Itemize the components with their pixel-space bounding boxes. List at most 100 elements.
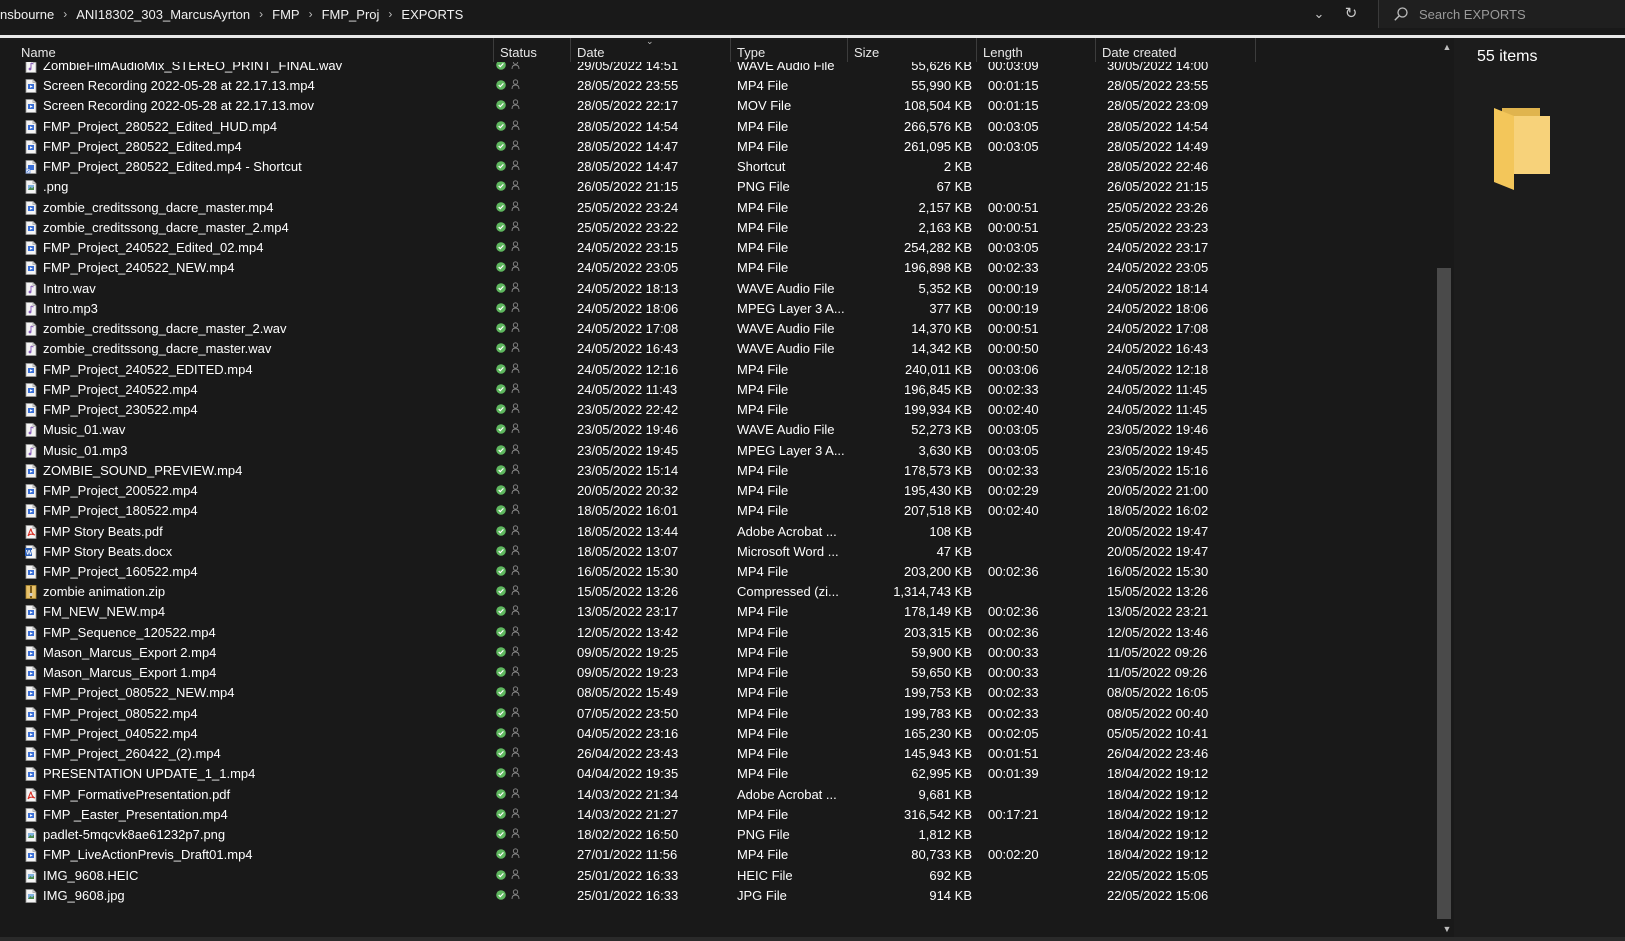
breadcrumb-item[interactable]: ANI18302_303_MarcusAyrton bbox=[76, 7, 250, 22]
breadcrumb-item[interactable]: nsbourne bbox=[0, 7, 54, 22]
file-row[interactable]: PRESENTATION UPDATE_1_1.mp4 04/04/2022 19… bbox=[0, 763, 1440, 784]
file-name: zombie_creditssong_dacre_master_2.wav bbox=[43, 321, 287, 337]
file-row[interactable]: zombie_creditssong_dacre_master.mp4 25/05… bbox=[0, 197, 1440, 218]
file-row[interactable]: FMP_Project_080522.mp4 07/05/2022 23:50 MP… bbox=[0, 703, 1440, 724]
file-date-created: 16/05/2022 15:30 bbox=[1107, 564, 1209, 579]
breadcrumb-separator-icon[interactable]: › bbox=[388, 7, 392, 21]
file-row[interactable]: FMP Story Beats.pdf 18/05/2022 13:44 Adobe… bbox=[0, 521, 1440, 542]
file-row[interactable]: ZOMBIE_SOUND_PREVIEW.mp4 23/05/2022 15:14… bbox=[0, 460, 1440, 481]
search-input[interactable] bbox=[1419, 6, 1619, 22]
file-date-created: 18/04/2022 19:12 bbox=[1107, 786, 1209, 802]
file-type: WAVE Audio File bbox=[737, 422, 835, 438]
mp4-file-icon bbox=[25, 140, 37, 154]
column-header-type[interactable]: Type bbox=[731, 38, 848, 62]
file-row[interactable]: FMP_Project_200522.mp4 20/05/2022 20:32 MP… bbox=[0, 480, 1440, 501]
file-name: FMP_Project_180522.mp4 bbox=[43, 503, 198, 519]
chevron-down-icon[interactable]: ⌄ bbox=[1308, 4, 1330, 24]
file-row[interactable]: Music_01.wav 23/05/2022 19:46 WAVE Audio F… bbox=[0, 419, 1440, 440]
file-row[interactable]: FMP_Project_240522_NEW.mp4 24/05/2022 23:… bbox=[0, 257, 1440, 278]
file-row[interactable]: Mason_Marcus_Export 2.mp4 09/05/2022 19:2… bbox=[0, 642, 1440, 663]
file-name: FMP_Project_230522.mp4 bbox=[43, 402, 198, 418]
file-row[interactable]: Mason_Marcus_Export 1.mp4 09/05/2022 19:2… bbox=[0, 662, 1440, 683]
file-row[interactable]: FMP_Project_280522_Edited.mp4 28/05/2022 … bbox=[0, 136, 1440, 157]
file-row[interactable]: FMP_Project_240522_Edited_02.mp4 24/05/20… bbox=[0, 237, 1440, 258]
file-row[interactable]: zombie_creditssong_dacre_master_2.mp4 25/… bbox=[0, 217, 1440, 238]
file-name: ZOMBIE_SOUND_PREVIEW.mp4 bbox=[43, 462, 243, 478]
breadcrumb-item[interactable]: EXPORTS bbox=[401, 7, 463, 22]
file-row[interactable]: FMP_Project_280522_Edited_HUD.mp4 28/05/2… bbox=[0, 116, 1440, 137]
mp4-file-icon bbox=[25, 261, 37, 276]
file-row[interactable]: zombie_creditssong_dacre_master_2.wav 24/… bbox=[0, 318, 1440, 339]
file-type: PNG File bbox=[737, 827, 790, 843]
column-header-length[interactable]: Length bbox=[977, 38, 1096, 62]
sync-available-icon bbox=[496, 748, 506, 758]
file-row[interactable]: zombie_creditssong_dacre_master.wav 24/05… bbox=[0, 338, 1440, 359]
file-row[interactable]: FMP_Project_240522.mp4 24/05/2022 11:43 MP… bbox=[0, 379, 1440, 400]
file-length: 00:03:09 bbox=[988, 62, 1039, 73]
file-size: 55,626 KB bbox=[911, 62, 972, 73]
mp4-file-icon bbox=[25, 706, 37, 721]
sync-available-icon bbox=[496, 161, 506, 171]
refresh-icon[interactable]: ↻ bbox=[1340, 4, 1362, 24]
file-row[interactable]: Screen Recording 2022-05-28 at 22.17.13.… bbox=[0, 75, 1440, 96]
file-date-created: 20/05/2022 21:00 bbox=[1107, 483, 1209, 499]
file-row[interactable]: FMP_Project_160522.mp4 16/05/2022 15:30 MP… bbox=[0, 561, 1440, 582]
file-row[interactable]: W FMP Story Beats.docx 18/05/2022 13:07 Mic… bbox=[0, 541, 1440, 562]
file-length: 00:02:05 bbox=[988, 725, 1039, 741]
shared-person-icon bbox=[511, 727, 520, 737]
file-date-created: 11/05/2022 09:26 bbox=[1107, 665, 1208, 681]
file-row[interactable]: Intro.wav 24/05/2022 18:13 WAVE Audio File… bbox=[0, 278, 1440, 299]
file-row[interactable]: Intro.mp3 24/05/2022 18:06 MPEG Layer 3 A.… bbox=[0, 298, 1440, 319]
scrollbar-thumb[interactable] bbox=[1437, 268, 1451, 919]
breadcrumb-item[interactable]: FMP_Proj bbox=[322, 7, 380, 22]
file-row[interactable]: FMP_Project_080522_NEW.mp4 08/05/2022 15:… bbox=[0, 682, 1440, 703]
shared-person-icon bbox=[511, 848, 520, 859]
shared-person-icon bbox=[511, 322, 520, 333]
file-row[interactable]: .png 26/05/2022 21:15 PNG File 67 KB 26/05/2… bbox=[0, 176, 1440, 197]
file-row[interactable]: FM_NEW_NEW.mp4 13/05/2022 23:17 MP4 File 17… bbox=[0, 601, 1440, 622]
file-length: 00:03:05 bbox=[988, 442, 1039, 458]
file-row[interactable]: FMP _Easter_Presentation.mp4 14/03/2022 2… bbox=[0, 804, 1440, 825]
file-row[interactable]: Screen Recording 2022-05-28 at 22.17.13.… bbox=[0, 95, 1440, 116]
file-row[interactable]: IMG_9608.HEIC 25/01/2022 16:33 HEIC File 69… bbox=[0, 865, 1440, 886]
file-size: 108 KB bbox=[929, 523, 972, 539]
scroll-up-icon[interactable]: ▲ bbox=[1440, 40, 1454, 54]
file-date: 24/05/2022 11:43 bbox=[577, 381, 678, 397]
scroll-down-icon[interactable]: ▼ bbox=[1440, 922, 1454, 936]
breadcrumb-separator-icon[interactable]: › bbox=[309, 7, 313, 21]
file-row[interactable]: FMP_Project_280522_Edited.mp4 - Shortcut… bbox=[0, 156, 1440, 177]
column-header-size[interactable]: Size bbox=[848, 38, 977, 62]
column-header-name[interactable]: Name bbox=[0, 38, 494, 62]
file-row[interactable]: FMP_Sequence_120522.mp4 12/05/2022 13:42 M… bbox=[0, 622, 1440, 643]
file-type: MP4 File bbox=[737, 138, 789, 154]
column-header-status[interactable]: Status bbox=[494, 38, 571, 62]
file-row[interactable]: FMP_Project_260422_(2).mp4 26/04/2022 23:… bbox=[0, 743, 1440, 764]
breadcrumb-item[interactable]: FMP bbox=[272, 7, 299, 22]
file-row[interactable]: FMP_FormativePresentation.pdf 14/03/2022 … bbox=[0, 784, 1440, 805]
file-date-created: 26/04/2022 23:46 bbox=[1107, 746, 1209, 762]
breadcrumb-separator-icon[interactable]: › bbox=[259, 7, 263, 21]
file-date-created: 28/05/2022 23:09 bbox=[1107, 98, 1209, 114]
file-row[interactable]: FMP_Project_230522.mp4 23/05/2022 22:42 MP… bbox=[0, 399, 1440, 420]
file-row[interactable]: IMG_9608.jpg 25/01/2022 16:33 JPG File 914 … bbox=[0, 885, 1440, 906]
sync-available-icon bbox=[496, 667, 506, 677]
file-row[interactable]: FMP_LiveActionPrevis_Draft01.mp4 27/01/20… bbox=[0, 844, 1440, 865]
file-row[interactable]: zombie animation.zip 15/05/2022 13:26 Comp… bbox=[0, 581, 1440, 602]
file-list[interactable]: ZombieFilmAudioMix_STEREO_PRINT_FINAL.wa… bbox=[0, 62, 1440, 941]
file-name: zombie_creditssong_dacre_master.mp4 bbox=[43, 199, 274, 215]
search-box[interactable] bbox=[1378, 0, 1625, 28]
file-row[interactable]: Music_01.mp3 23/05/2022 19:45 MPEG Layer 3… bbox=[0, 440, 1440, 461]
search-icon bbox=[1394, 7, 1408, 21]
column-header-date-created[interactable]: Date created bbox=[1096, 38, 1256, 62]
breadcrumb-separator-icon[interactable]: › bbox=[63, 7, 67, 21]
sync-available-icon bbox=[496, 444, 506, 455]
file-row[interactable]: FMP_Project_240522_EDITED.mp4 24/05/2022 … bbox=[0, 359, 1440, 380]
file-row[interactable]: padlet-5mqcvk8ae61232p7.png 18/02/2022 16… bbox=[0, 824, 1440, 845]
file-type: MP4 File bbox=[737, 766, 789, 782]
image-file-icon bbox=[25, 888, 37, 903]
file-row[interactable]: FMP_Project_180522.mp4 18/05/2022 16:01 MP… bbox=[0, 500, 1440, 521]
file-length: 00:02:29 bbox=[988, 483, 1039, 499]
file-row[interactable]: ZombieFilmAudioMix_STEREO_PRINT_FINAL.wa… bbox=[0, 62, 1440, 76]
file-type: WAVE Audio File bbox=[737, 321, 835, 337]
file-row[interactable]: FMP_Project_040522.mp4 04/05/2022 23:16 MP… bbox=[0, 723, 1440, 744]
